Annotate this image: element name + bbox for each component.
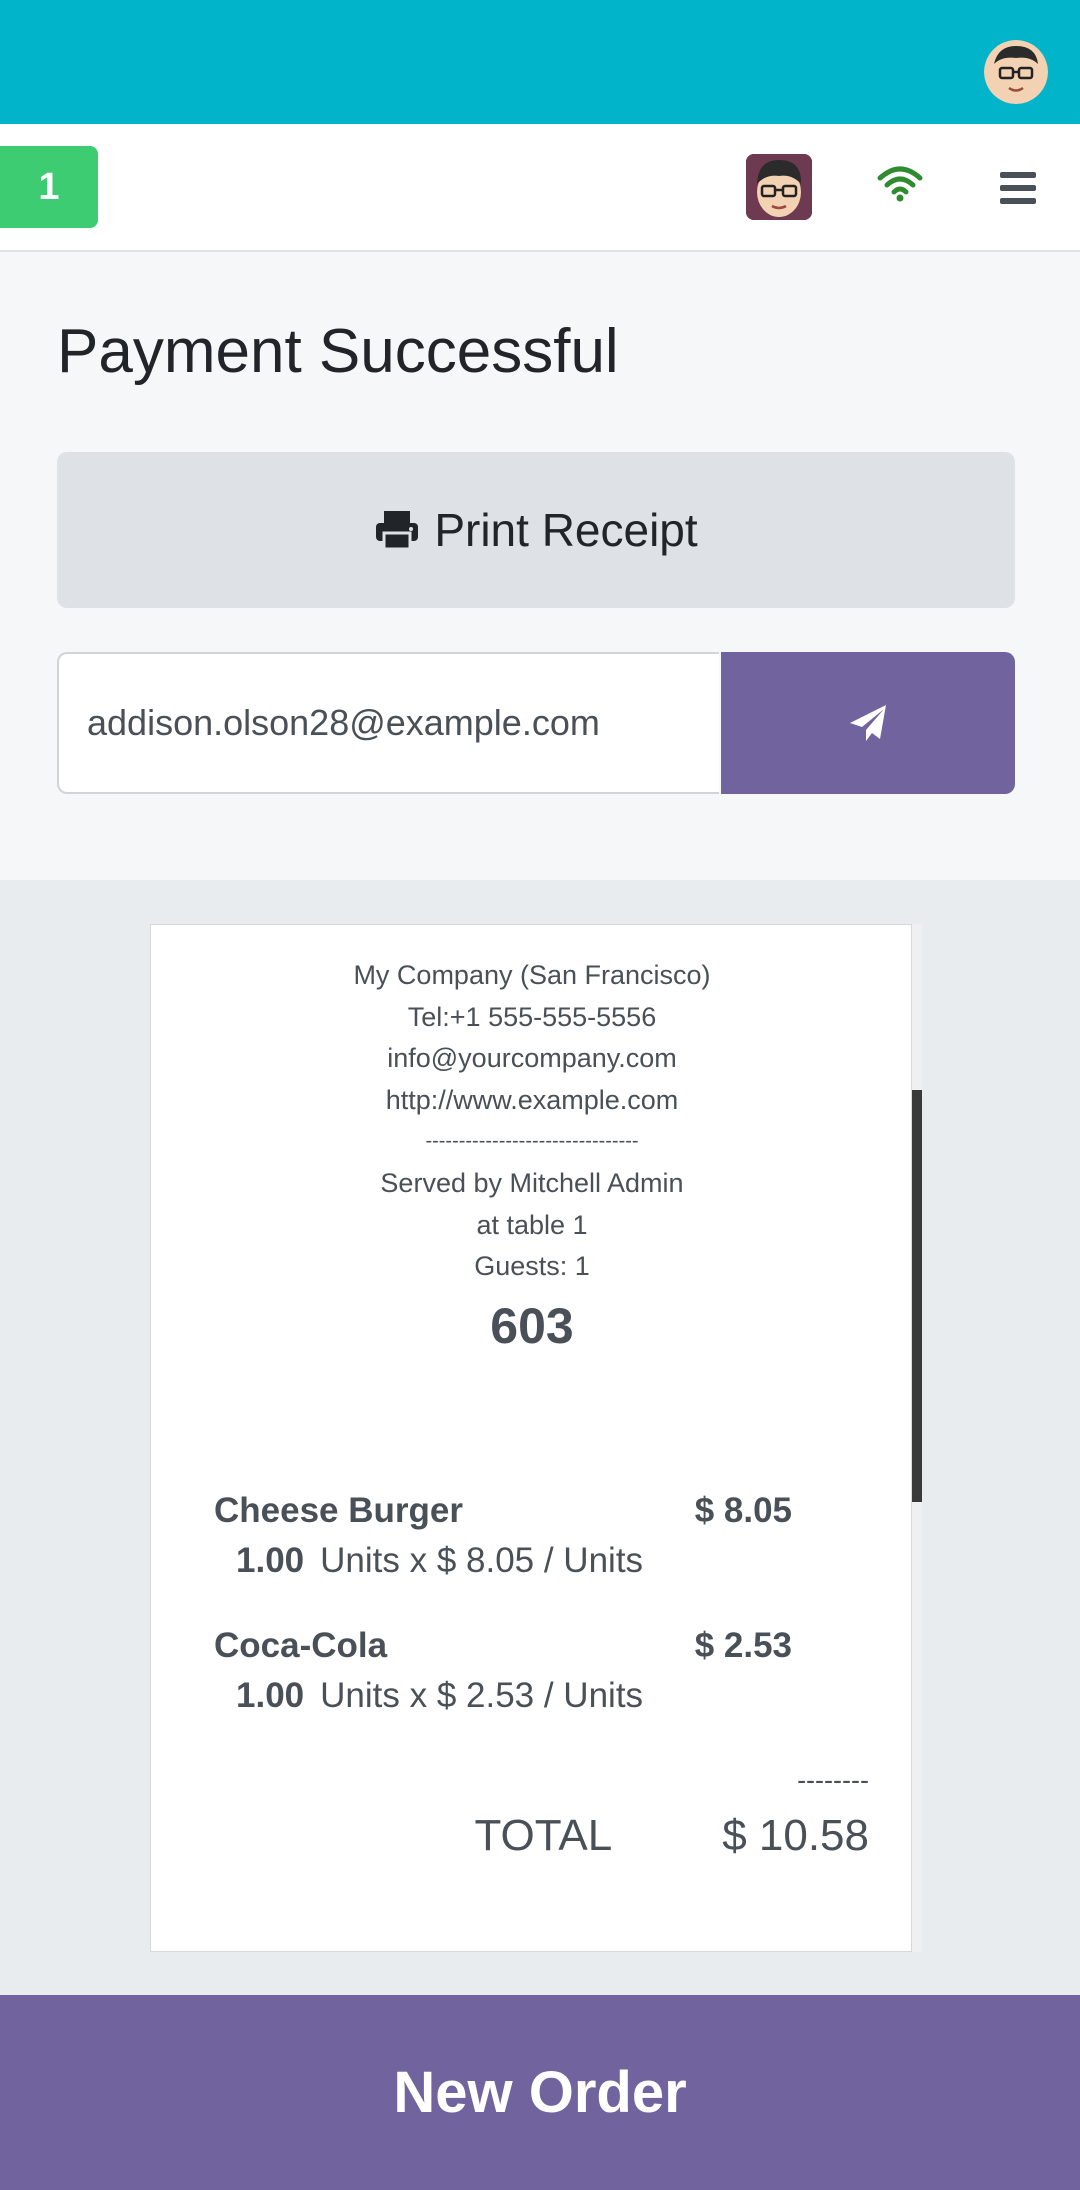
hamburger-menu-icon[interactable]	[1000, 172, 1036, 204]
new-order-button[interactable]: New Order	[0, 1995, 1080, 2190]
header-separator: --------------------------------	[425, 1130, 639, 1153]
scrollbar-thumb[interactable]	[912, 1090, 922, 1502]
print-receipt-button[interactable]: Print Receipt	[57, 452, 1015, 608]
receipt: My Company (San Francisco) Tel:+1 555-55…	[150, 924, 912, 1952]
pos-navbar: 1	[0, 124, 1080, 252]
receipt-line: Coca-Cola $ 2.53 1.00 Units x $ 2.53 / Un…	[214, 1626, 834, 1716]
email-input[interactable]	[57, 652, 719, 794]
email-receipt-row	[57, 652, 1015, 794]
total-value: $ 10.58	[722, 1811, 869, 1860]
line-quantity: 1.00 Units x $ 8.05 / Units	[236, 1541, 834, 1581]
total-row: TOTAL $ 10.58	[474, 1811, 869, 1861]
total-separator: --------	[797, 1765, 869, 1795]
paper-plane-icon	[850, 705, 886, 741]
line-qty-value: 1.00	[236, 1676, 305, 1715]
print-receipt-label: Print Receipt	[434, 504, 698, 556]
user-avatar-icon	[984, 40, 1048, 104]
table-number-badge[interactable]: 1	[0, 146, 98, 228]
cashier-avatar-icon	[746, 154, 812, 220]
line-quantity: 1.00 Units x $ 2.53 / Units	[236, 1676, 834, 1716]
company-website: http://www.example.com	[385, 1084, 679, 1115]
line-unit-detail: Units x $ 2.53 / Units	[320, 1676, 644, 1715]
top-bar	[0, 0, 1080, 124]
page-title: Payment Successful	[57, 317, 619, 386]
receipt-area: My Company (San Francisco) Tel:+1 555-55…	[0, 880, 1080, 1995]
receipt-scrollbar[interactable]	[912, 924, 922, 1952]
send-email-button[interactable]	[721, 652, 1015, 794]
new-order-label: New Order	[393, 2060, 687, 2125]
table-info: at table 1	[476, 1209, 588, 1240]
wifi-icon	[876, 164, 924, 204]
printer-icon	[376, 511, 419, 551]
company-name: My Company (San Francisco)	[353, 960, 711, 990]
line-price: $ 2.53	[694, 1626, 792, 1665]
company-phone: Tel:+1 555-555-5556	[407, 1001, 657, 1032]
order-number: 603	[490, 1297, 574, 1354]
payment-screen: Payment Successful Print Receipt	[0, 252, 1080, 880]
receipt-header: My Company (San Francisco) Tel:+1 555-55…	[151, 955, 913, 1362]
line-qty-value: 1.00	[236, 1541, 305, 1580]
line-unit-detail: Units x $ 8.05 / Units	[320, 1541, 644, 1580]
total-label: TOTAL	[474, 1811, 613, 1860]
line-price: $ 8.05	[694, 1491, 792, 1530]
user-avatar[interactable]	[984, 40, 1048, 104]
served-by: Served by Mitchell Admin	[380, 1167, 684, 1198]
company-email: info@yourcompany.com	[387, 1043, 677, 1074]
guests-info: Guests: 1	[474, 1251, 590, 1282]
cashier-avatar[interactable]	[746, 154, 812, 220]
receipt-line: Cheese Burger $ 8.05 1.00 Units x $ 8.05 …	[214, 1491, 834, 1581]
